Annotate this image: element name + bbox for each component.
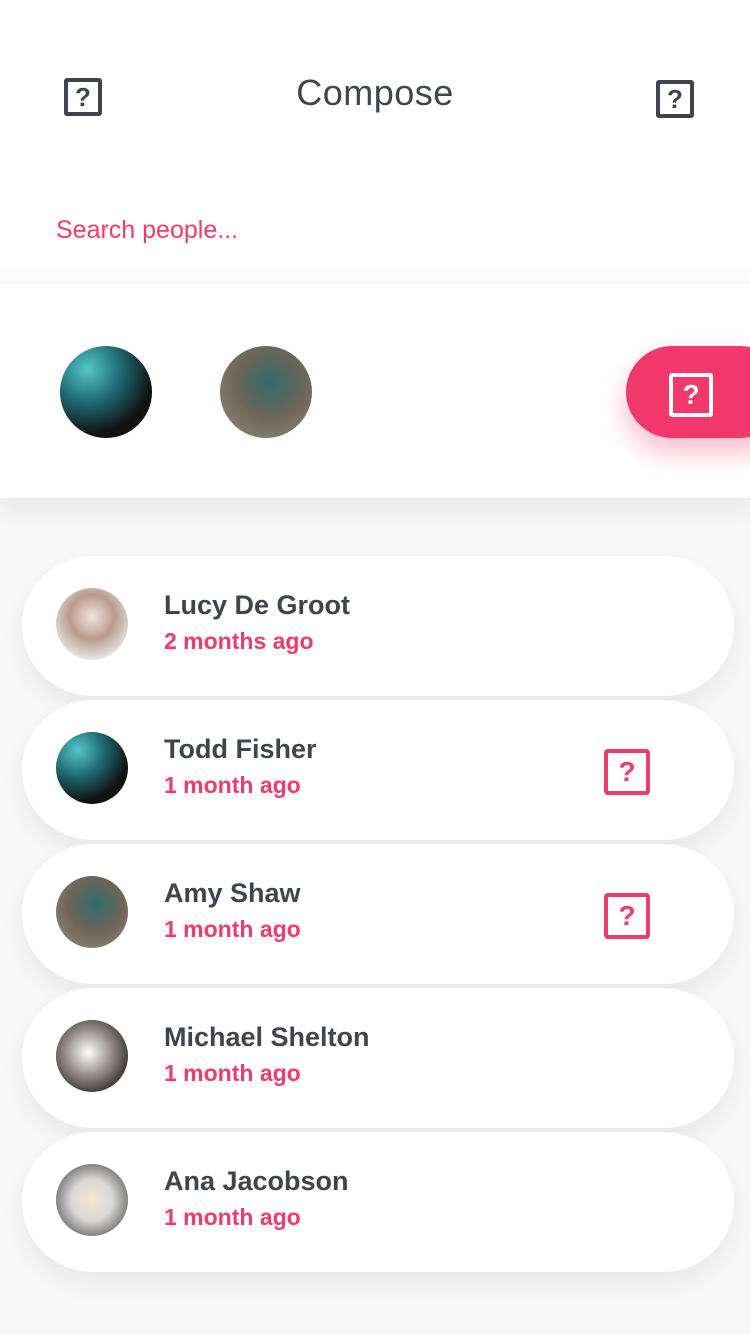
- selected-avatar-todd-fisher[interactable]: [60, 346, 152, 438]
- action-icon[interactable]: ?: [656, 80, 694, 118]
- contact-last-active: 1 month ago: [164, 1204, 301, 1230]
- selected-check-icon: ?: [604, 893, 650, 939]
- avatar: [56, 876, 128, 948]
- contact-last-active: 2 months ago: [164, 628, 314, 654]
- contact-name: Ana Jacobson: [164, 1166, 349, 1196]
- contact-row[interactable]: Amy Shaw 1 month ago?: [22, 844, 734, 984]
- contact-row[interactable]: Ana Jacobson 1 month ago: [22, 1132, 734, 1272]
- contact-last-active: 1 month ago: [164, 1060, 301, 1086]
- selected-avatar-amy-shaw[interactable]: [220, 346, 312, 438]
- contact-row[interactable]: Todd Fisher 1 month ago?: [22, 700, 734, 840]
- selected-check-icon: ?: [604, 749, 650, 795]
- contact-name: Amy Shaw: [164, 878, 301, 908]
- header: ? Compose ?: [0, 0, 750, 180]
- contact-name: Lucy De Groot: [164, 590, 351, 620]
- contact-name: Todd Fisher: [164, 734, 317, 764]
- page-title: Compose: [296, 72, 454, 113]
- contact-last-active: 1 month ago: [164, 916, 301, 942]
- avatar: [56, 1164, 128, 1236]
- contact-name: Michael Shelton: [164, 1022, 370, 1052]
- selected-people-strip: ?: [0, 284, 750, 498]
- avatar: [56, 588, 128, 660]
- avatar: [56, 1020, 128, 1092]
- contact-last-active: 1 month ago: [164, 772, 301, 798]
- avatar: [56, 732, 128, 804]
- unknown-icon: ?: [669, 373, 713, 417]
- compose-next-button[interactable]: ?: [626, 346, 750, 438]
- compose-screen: ? Compose ? ? Lucy De Groot 2 months ago T…: [0, 0, 750, 1334]
- contact-row[interactable]: Lucy De Groot 2 months ago: [22, 556, 734, 696]
- contact-row[interactable]: Michael Shelton 1 month ago: [22, 988, 734, 1128]
- search-input[interactable]: [56, 210, 696, 250]
